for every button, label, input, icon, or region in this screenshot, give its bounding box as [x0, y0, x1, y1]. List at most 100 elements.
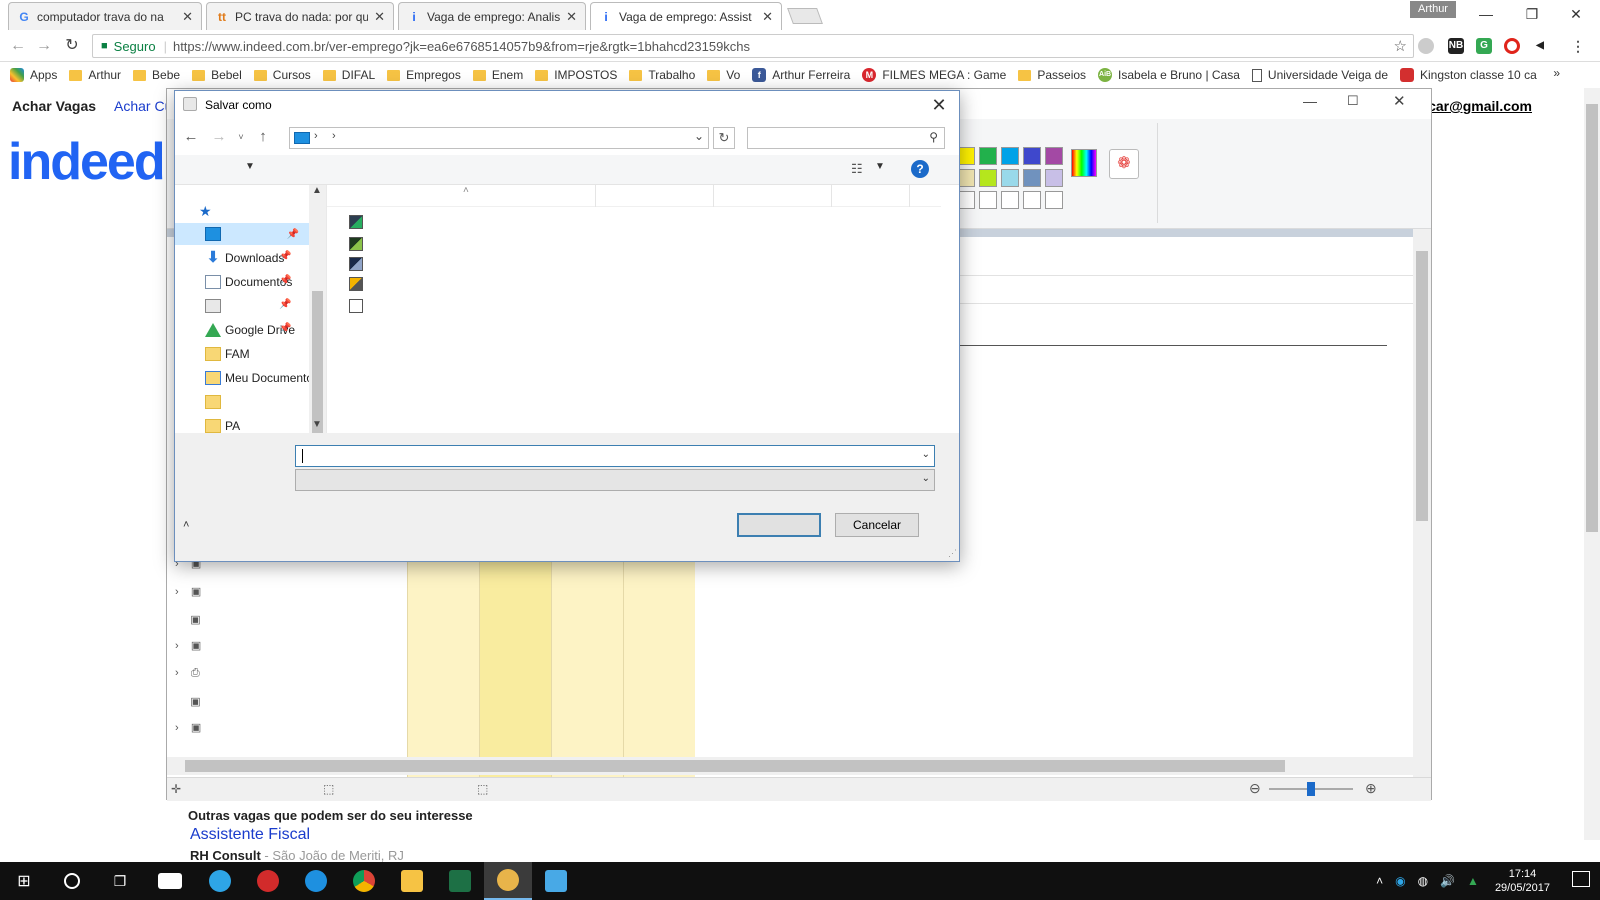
bookmark-folder[interactable]: Arthur [69, 68, 121, 82]
indeed-logo[interactable]: indeed [8, 132, 166, 192]
close-icon[interactable]: ✕ [1556, 2, 1596, 26]
back-icon[interactable]: ← [6, 35, 30, 57]
column-divider[interactable] [713, 185, 714, 207]
antivirus-button[interactable] [244, 862, 292, 900]
chrome-button[interactable] [340, 862, 388, 900]
nav-item-downloads[interactable]: ⬇ Downloads [205, 247, 317, 269]
color-swatch[interactable] [1001, 169, 1019, 187]
bookmark-folder[interactable]: Passeios [1018, 68, 1086, 82]
browser-tab-1[interactable]: G computador trava do na ✕ [8, 2, 202, 30]
start-button[interactable]: ⊞ [0, 862, 48, 900]
excel-button[interactable] [436, 862, 484, 900]
color-swatch[interactable] [1023, 147, 1041, 165]
show-hidden-icons-icon[interactable]: ˄ [1376, 874, 1383, 888]
recent-locations-icon[interactable]: ˅ [231, 127, 251, 147]
bookmark-folder[interactable]: Empregos [387, 68, 461, 82]
color-swatch[interactable] [1045, 191, 1063, 209]
bookmark-folder[interactable]: IMPOSTOS [535, 68, 617, 82]
reload-icon[interactable]: ↻ [60, 35, 84, 57]
nav-item-desktop[interactable]: 📌 [175, 223, 315, 245]
chevron-down-icon[interactable]: ⌄ [922, 473, 930, 484]
file-item-icon[interactable] [349, 237, 363, 251]
color-swatch[interactable] [979, 169, 997, 187]
nav-find-jobs[interactable]: Achar Vagas [12, 98, 96, 114]
scroll-up-icon[interactable]: ▲ [312, 185, 322, 196]
profile-button[interactable]: Arthur [1410, 1, 1456, 18]
paint-button[interactable] [484, 862, 532, 900]
column-divider[interactable] [595, 185, 596, 207]
bookmark-link[interactable]: AiB Isabela e Bruno | Casa [1098, 68, 1240, 82]
menu-icon[interactable]: ⋮ [1570, 38, 1586, 54]
bookmark-apps[interactable]: Apps [10, 68, 57, 82]
paint-minimize-icon[interactable]: — [1303, 93, 1317, 109]
new-tab-button[interactable] [787, 8, 823, 24]
help-icon[interactable]: ? [911, 160, 929, 178]
view-dropdown[interactable]: ▼ [875, 161, 885, 172]
paint3d-icon[interactable]: ❁ [1109, 149, 1139, 179]
task-view-button[interactable]: ❐ [96, 862, 144, 900]
teamviewer-button[interactable] [196, 862, 244, 900]
hide-folders-icon[interactable]: ˄ [183, 519, 189, 531]
minimize-icon[interactable]: — [1466, 2, 1506, 26]
zoom-in-icon[interactable]: ⊕ [1365, 780, 1377, 797]
url-text[interactable]: https://www.indeed.com.br/ver-emprego?jk… [173, 39, 750, 54]
sort-ascending-icon[interactable]: ˄ [463, 185, 469, 196]
up-folder-icon[interactable]: ↑ [253, 127, 273, 147]
quick-access-icon[interactable]: ★ [199, 203, 212, 220]
bookmark-folder[interactable]: DIFAL [322, 68, 375, 82]
clock[interactable]: 17:14 29/05/2017 [1495, 867, 1550, 895]
tab-close-icon[interactable]: ✕ [374, 9, 385, 25]
volume-icon[interactable]: 🔊 [1440, 874, 1455, 888]
bookmark-folder[interactable]: Vo [707, 68, 740, 82]
cancel-button[interactable]: Cancelar [835, 513, 919, 537]
page-scrollbar-thumb[interactable] [1586, 104, 1598, 532]
nav-find-cv[interactable]: Achar Cu [114, 98, 172, 114]
teamviewer-tray-icon[interactable]: ◉ [1395, 874, 1405, 888]
dialog-search-input[interactable]: ⚲ [747, 127, 945, 149]
filename-input[interactable]: ⌄ [295, 445, 935, 467]
nav-item-pictures[interactable] [205, 295, 317, 317]
tab-close-icon[interactable]: ✕ [566, 9, 577, 25]
column-divider[interactable] [831, 185, 832, 207]
restore-icon[interactable]: ❐ [1512, 2, 1552, 26]
paint-maximize-icon[interactable]: ☐ [1347, 93, 1359, 109]
bookmark-folder[interactable]: Bebe [133, 68, 180, 82]
paint-close-icon[interactable]: ✕ [1393, 92, 1406, 110]
bookmark-folder[interactable]: Cursos [253, 68, 311, 82]
file-item-icon[interactable] [349, 257, 363, 271]
ie-button[interactable] [292, 862, 340, 900]
cortana-button[interactable] [48, 862, 96, 900]
bookmark-folder[interactable]: Trabalho [629, 68, 695, 82]
resize-grip-icon[interactable]: ⋰ [948, 548, 957, 559]
extension-g-icon[interactable]: G [1476, 38, 1492, 54]
tab-close-icon[interactable]: ✕ [182, 9, 193, 25]
chevron-down-icon[interactable]: ⌄ [922, 449, 930, 460]
nav-pane-scrollbar-thumb[interactable] [312, 291, 323, 433]
paint-vertical-scrollbar-thumb[interactable] [1416, 251, 1428, 521]
zoom-slider-thumb[interactable] [1307, 782, 1315, 796]
speaker-icon[interactable]: ◀ [1532, 38, 1548, 54]
color-swatch[interactable] [1023, 169, 1041, 187]
bookmark-star-icon[interactable]: ☆ [1394, 37, 1407, 55]
edit-colors-icon[interactable] [1071, 149, 1097, 177]
chevron-down-icon[interactable]: ⌄ [694, 129, 704, 143]
nav-item-folder[interactable] [205, 391, 317, 413]
file-item-icon[interactable] [349, 299, 363, 313]
nav-item-google-drive[interactable]: Google Drive [205, 319, 317, 341]
file-item-icon[interactable] [349, 277, 363, 291]
forward-icon[interactable]: → [32, 35, 56, 57]
bookmarks-overflow-button[interactable]: » [1553, 66, 1560, 80]
opera-icon[interactable] [1504, 38, 1520, 54]
color-swatch[interactable] [1001, 147, 1019, 165]
bookmark-link[interactable]: f Arthur Ferreira [752, 68, 850, 82]
color-swatch[interactable] [1045, 147, 1063, 165]
color-swatch[interactable] [1045, 169, 1063, 187]
paint-horizontal-scrollbar-thumb[interactable] [185, 760, 1285, 772]
tab-close-icon[interactable]: ✕ [762, 9, 773, 25]
bookmark-folder[interactable]: Enem [472, 68, 523, 82]
scroll-down-icon[interactable]: ▼ [312, 419, 322, 430]
browser-tab-2[interactable]: tt PC trava do nada: por qu ✕ [206, 2, 394, 30]
address-bar[interactable]: ■ Seguro | https://www.indeed.com.br/ver… [92, 34, 1414, 58]
nav-item-documentos[interactable]: Documentos [205, 271, 317, 293]
related-job-link[interactable]: Assistente Fiscal [190, 826, 310, 844]
